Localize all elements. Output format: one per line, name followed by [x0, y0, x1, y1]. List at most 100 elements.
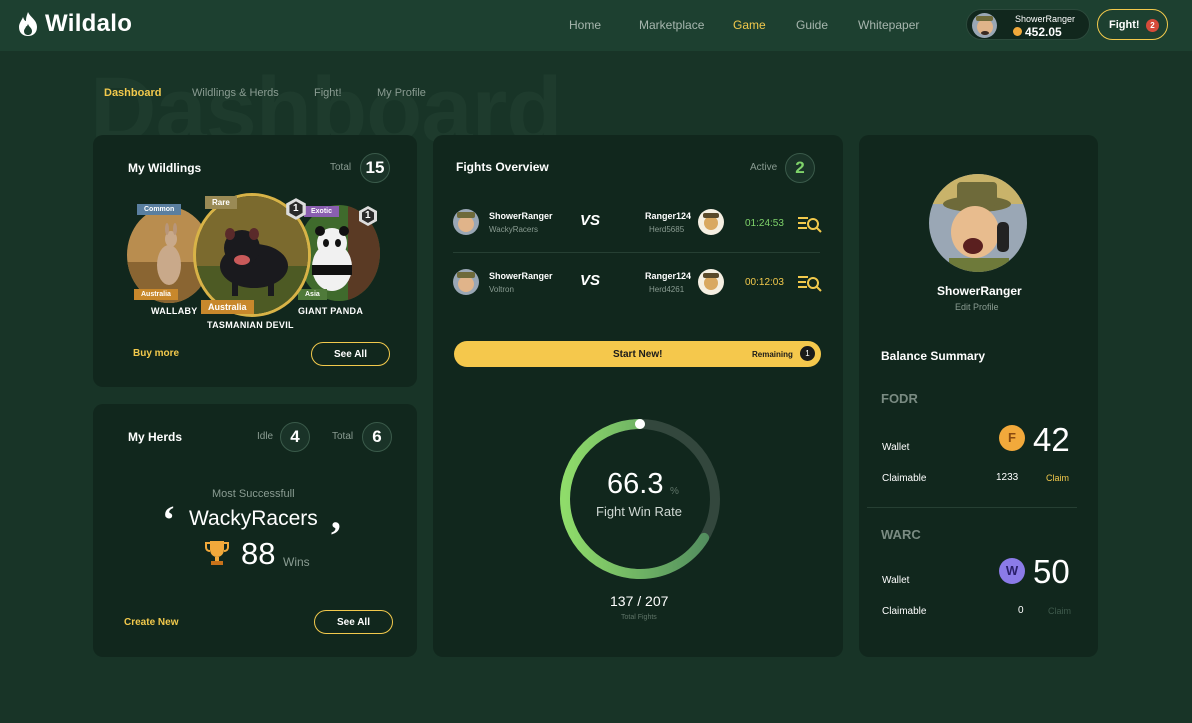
warc-wallet-label: Wallet [882, 575, 910, 586]
win-rate-unit: % [670, 486, 679, 497]
region-tag-asia: Asia [298, 289, 327, 300]
wildling-name-panda: GIANT PANDA [298, 306, 364, 316]
fights-count: 137 / 207 [610, 593, 669, 609]
opponent-avatar [698, 269, 724, 295]
coin-icon [1013, 27, 1022, 36]
balance-summary-title: Balance Summary [881, 349, 986, 363]
buy-more-link[interactable]: Buy more [133, 348, 179, 359]
nav-whitepaper[interactable]: Whitepaper [858, 18, 919, 32]
fights-title: Fights Overview [456, 160, 549, 174]
nav-game[interactable]: Game [733, 18, 766, 32]
top-herd-wins: 88 [241, 536, 276, 571]
fodr-wallet-label: Wallet [882, 442, 910, 453]
tab-dashboard[interactable]: Dashboard [104, 87, 161, 99]
rarity-tag-exotic: Exotic [304, 206, 340, 217]
warc-claim-button: Claim [1048, 606, 1072, 616]
warc-wallet-value: 50 [1033, 553, 1070, 590]
tab-my-profile[interactable]: My Profile [377, 87, 426, 99]
herds-total-label: Total [332, 431, 354, 442]
player-avatar [453, 269, 479, 295]
close-quote-icon: ’ [329, 513, 343, 558]
win-rate-label: Fight Win Rate [596, 504, 682, 519]
fight-row-divider [453, 252, 820, 253]
opponent-name: Ranger124 [645, 211, 692, 221]
profile-avatar[interactable] [929, 174, 1027, 272]
vs-icon: VS [580, 272, 601, 289]
player-name: ShowerRanger [489, 271, 553, 281]
region-tag-australia: Australia [134, 289, 178, 300]
opponent-name: Ranger124 [645, 271, 692, 281]
token-symbol-fodr: FODR [881, 391, 918, 406]
level-value: 1 [365, 210, 371, 221]
fodr-wallet-value: 42 [1033, 421, 1070, 458]
fight-button[interactable]: Fight! 2 [1097, 9, 1168, 40]
view-fight-icon[interactable] [798, 215, 822, 238]
herds-see-all-button[interactable]: See All [314, 610, 393, 634]
nav-guide[interactable]: Guide [796, 18, 828, 32]
fodr-claimable-label: Claimable [882, 473, 927, 484]
top-herd-name: WackyRacers [189, 507, 318, 530]
start-new-label: Start New! [613, 349, 663, 360]
level-hex-icon: 1 [284, 197, 308, 221]
user-balance-pill[interactable]: ShowerRanger 452.05 [966, 9, 1090, 40]
player-herd: WackyRacers [489, 225, 539, 234]
top-navbar: Wildalo Home Marketplace Game Guide Whit… [0, 0, 1192, 51]
win-rate-value: 66.3 [607, 468, 664, 500]
warc-claimable-label: Claimable [882, 606, 927, 617]
edit-profile-link[interactable]: Edit Profile [955, 302, 999, 312]
vs-icon: VS [580, 212, 601, 229]
view-fight-icon[interactable] [798, 274, 822, 297]
wins-label: Wins [283, 555, 310, 569]
fodr-token-icon: F [999, 425, 1025, 451]
fodr-claimable-value: 1233 [996, 472, 1019, 483]
herds-total-count: 6 [362, 422, 392, 452]
nav-home[interactable]: Home [569, 18, 601, 32]
level-value: 1 [293, 203, 299, 214]
fights-count-label: Total Fights [621, 614, 657, 621]
wildling-name-tasmanian-devil: TASMANIAN DEVIL [207, 320, 294, 330]
token-symbol-warc: WARC [881, 527, 921, 542]
fights-active-count: 2 [785, 153, 815, 183]
wildlings-total-count: 15 [360, 153, 390, 183]
herds-idle-label: Idle [257, 431, 274, 442]
brand-name: Wildalo [45, 10, 133, 37]
remaining-label: Remaining [752, 350, 793, 359]
wildlings-see-all-button[interactable]: See All [311, 342, 390, 366]
open-quote-icon: ‘ [162, 497, 176, 542]
user-balance: 452.05 [1025, 25, 1062, 39]
herds-title: My Herds [128, 430, 183, 444]
fight-timer: 00:12:03 [745, 277, 784, 288]
fight-button-label: Fight! [1109, 19, 1140, 31]
opponent-herd: Herd5685 [649, 225, 685, 234]
fodr-claim-button[interactable]: Claim [1046, 473, 1069, 483]
level-hex-icon: 1 [357, 205, 379, 227]
player-herd: Voltron [489, 285, 514, 294]
wildlings-title: My Wildlings [128, 161, 202, 175]
brand-logo[interactable]: Wildalo [17, 10, 132, 38]
wildling-name-wallaby: WALLABY [151, 306, 198, 316]
wildlings-total-label: Total [330, 162, 352, 173]
trophy-icon [204, 539, 230, 572]
nav-marketplace[interactable]: Marketplace [639, 18, 704, 32]
opponent-herd: Herd4261 [649, 285, 685, 294]
warc-token-icon: W [999, 558, 1025, 584]
user-name: ShowerRanger [1015, 14, 1076, 24]
warc-claimable-value: 0 [1018, 605, 1024, 616]
most-successful-label: Most Successfull [212, 488, 295, 500]
rarity-tag-rare: Rare [205, 196, 237, 209]
fight-timer: 01:24:53 [745, 218, 784, 229]
remaining-count: 1 [800, 346, 815, 361]
create-new-link[interactable]: Create New [124, 617, 178, 628]
tab-fight[interactable]: Fight! [314, 87, 342, 99]
fights-active-label: Active [750, 162, 778, 173]
start-new-fight-button[interactable]: Start New! Remaining 1 [454, 341, 821, 367]
rarity-tag-common: Common [137, 204, 182, 215]
region-tag-australia-devil: Australia [201, 300, 254, 314]
user-avatar [972, 13, 997, 38]
player-avatar [453, 209, 479, 235]
herds-idle-count: 4 [280, 422, 310, 452]
opponent-avatar [698, 209, 724, 235]
profile-name: ShowerRanger [937, 284, 1022, 298]
tab-wildlings-herds[interactable]: Wildlings & Herds [192, 87, 279, 99]
fight-count-badge: 2 [1146, 19, 1159, 32]
